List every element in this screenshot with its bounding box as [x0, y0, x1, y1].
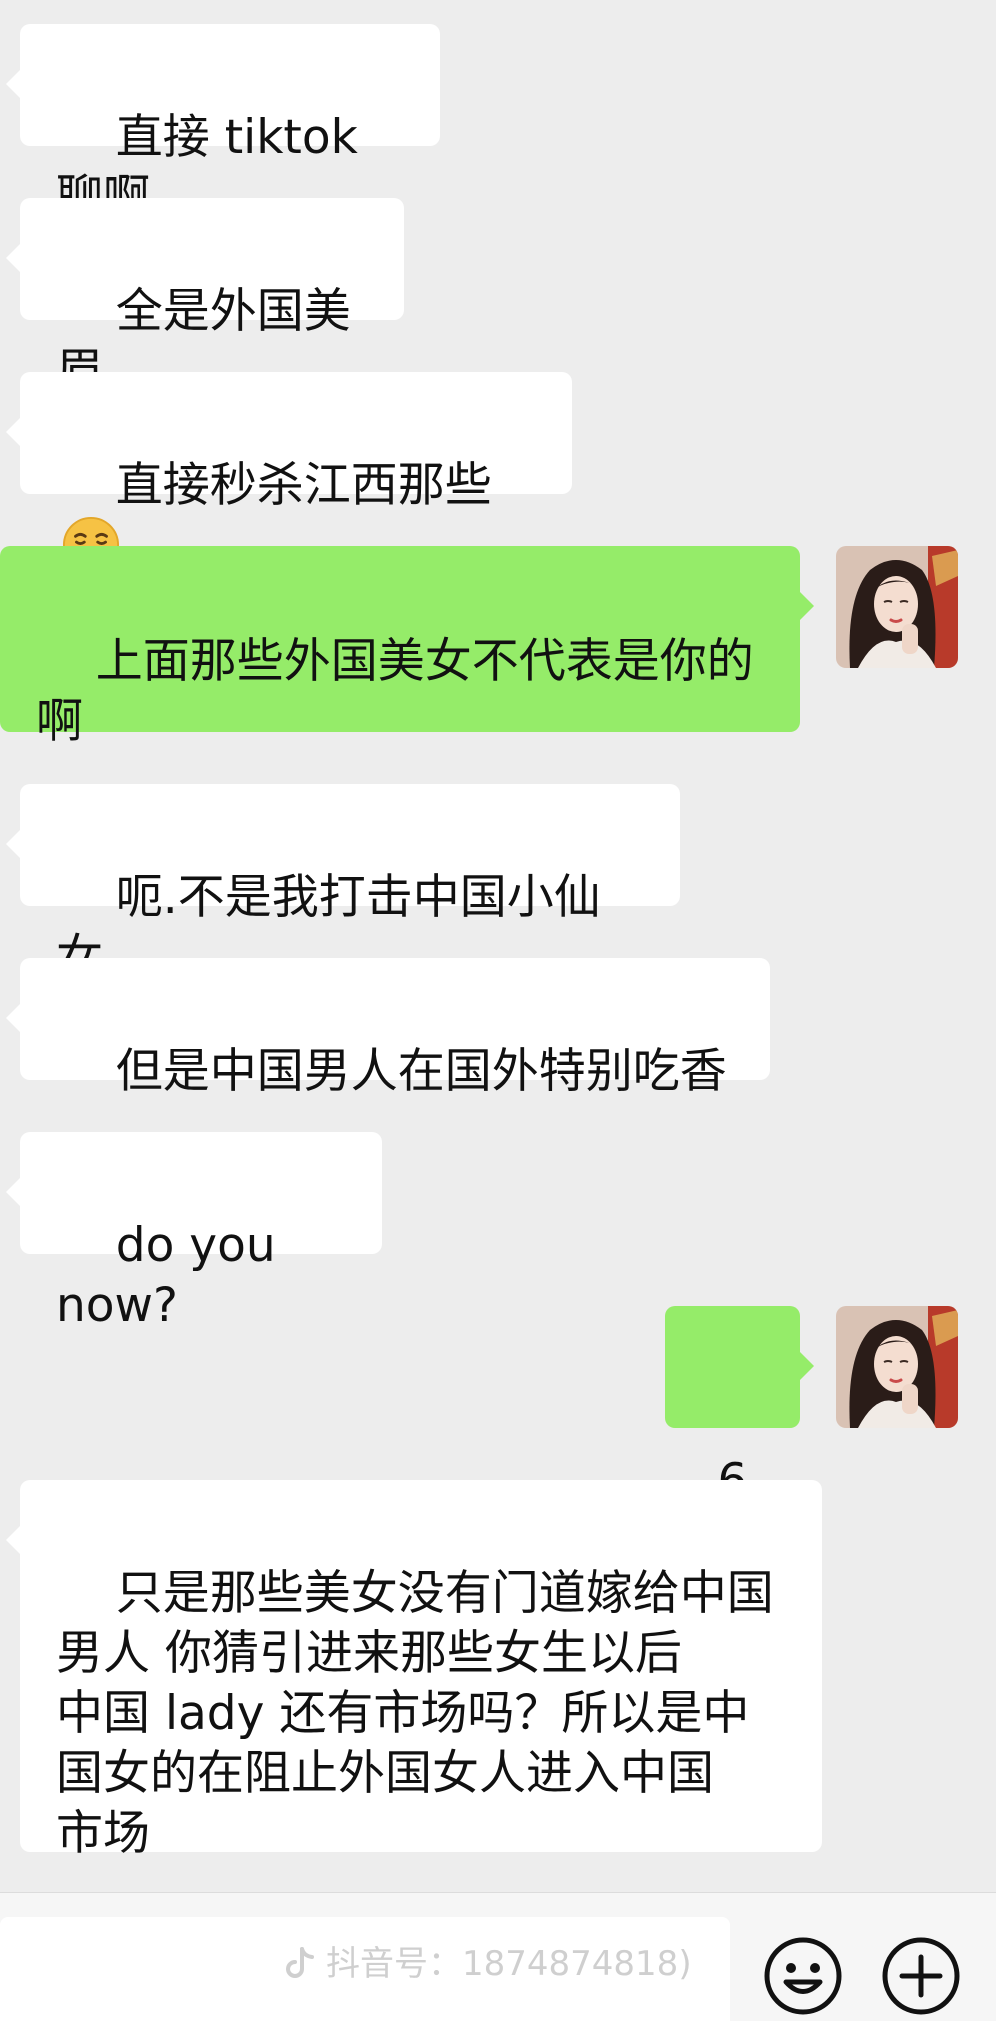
message-incoming[interactable]: 但是中国男人在国外特别吃香 [6, 958, 770, 1099]
message-text: 直接秒杀江西那些 [115, 458, 492, 513]
message-outgoing[interactable]: 上面那些外国美女不代表是你的 啊 [0, 546, 814, 749]
avatar[interactable] [836, 1306, 958, 1428]
message-incoming[interactable]: 直接秒杀江西那些 [6, 372, 572, 574]
message-text: 上面那些外国美女不代表是你的 啊 [36, 634, 754, 749]
chat-area: 直接 tiktok 聊啊 全是外国美眉 直接秒杀江西那些 上面那些外国美女不代表… [0, 0, 996, 1890]
avatar[interactable] [836, 546, 958, 668]
input-bar: 抖音号：187487481​8) [0, 1892, 996, 2021]
message-text: 只是那些美女没有门道嫁给中国 男人 你猜引进来那些女生以后 中国 lady 还有… [56, 1566, 774, 1861]
smile-icon[interactable] [762, 1935, 844, 2017]
message-outgoing[interactable]: 6 [665, 1306, 814, 1509]
tiktok-logo-icon [286, 1947, 314, 1978]
message-text: 但是中国男人在国外特别吃香 [115, 1044, 727, 1099]
message-incoming[interactable]: 只是那些美女没有门道嫁给中国 男人 你猜引进来那些女生以后 中国 lady 还有… [6, 1480, 822, 1861]
message-text: do you now? [56, 1218, 291, 1333]
watermark-text: 抖音号：187487481​8) [326, 1944, 692, 1984]
avatar-photo [836, 1306, 958, 1428]
message-input[interactable]: 抖音号：187487481​8) [0, 1917, 730, 2021]
watermark: 抖音号：187487481​8) [280, 1943, 692, 1984]
message-incoming[interactable]: 全是外国美眉 [6, 198, 404, 399]
message-incoming[interactable]: 直接 tiktok 聊啊 [6, 24, 440, 225]
avatar-photo [836, 546, 958, 668]
message-incoming[interactable]: 呃.不是我打击中国小仙女 [6, 784, 680, 985]
message-incoming[interactable]: do you now? [6, 1132, 382, 1333]
plus-icon[interactable] [880, 1935, 962, 2017]
